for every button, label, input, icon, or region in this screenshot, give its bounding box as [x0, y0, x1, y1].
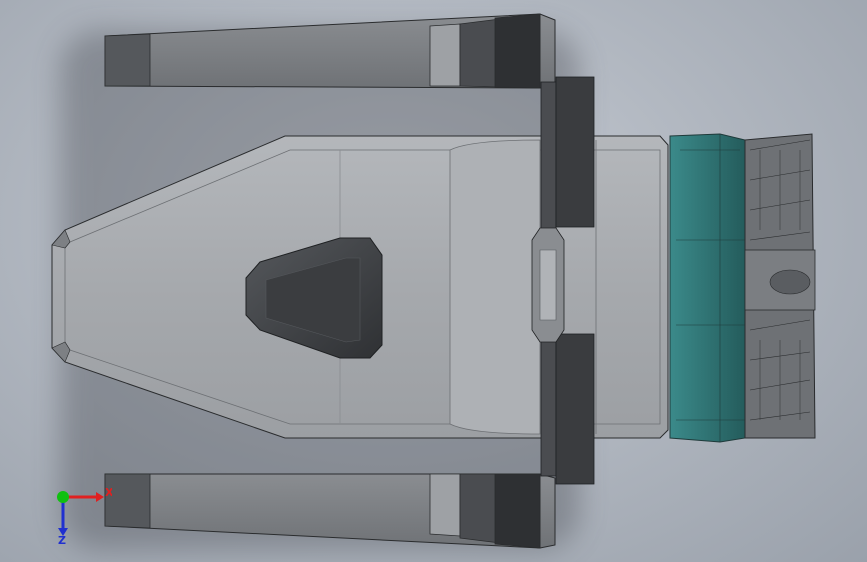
x-axis-label: X — [105, 486, 112, 499]
end-cap[interactable] — [744, 133, 816, 439]
y-axis-dot — [57, 491, 69, 503]
upper-jaw[interactable] — [104, 13, 556, 89]
coordinate-triad: X Z — [57, 486, 112, 546]
model-view[interactable] — [0, 0, 867, 562]
z-axis-label: Z — [58, 534, 66, 546]
actuator-housing[interactable] — [669, 133, 746, 443]
graphics-viewport[interactable]: X Z — [0, 0, 867, 562]
x-axis-head — [96, 492, 104, 502]
